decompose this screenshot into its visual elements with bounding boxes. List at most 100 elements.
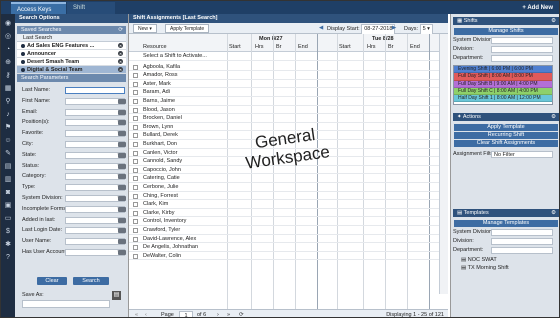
row-checkbox[interactable] [133,133,138,139]
division-select[interactable] [491,46,553,53]
save-icon[interactable]: ▤ [112,291,121,300]
saved-search-item[interactable]: Ad Sales ENG Features ... × [17,42,126,50]
assignment-filter-select[interactable]: No Filter [491,151,553,158]
clear-icon[interactable] [118,109,126,115]
saved-search-item[interactable]: Announcer × [17,50,126,58]
clear-icon[interactable] [118,120,126,126]
row-checkbox[interactable] [133,116,138,122]
table-row[interactable]: Baram, Adi [129,88,439,97]
added-in-last-select[interactable] [65,216,125,224]
chart-icon[interactable]: ▤ [4,163,12,170]
add-new-button[interactable]: + Add New [522,2,553,14]
remove-icon[interactable]: × [118,59,123,64]
first-page-icon[interactable]: « [135,310,138,317]
placeholder-row[interactable]: Select a Shift to Activate... [129,52,439,61]
row-checkbox[interactable] [133,64,138,70]
row-checkbox[interactable] [133,124,138,130]
last-page-icon[interactable]: » [227,310,230,317]
favorite-select[interactable] [65,130,125,138]
next-icon[interactable]: ▶ [392,24,396,33]
next-page-icon[interactable]: › [217,310,219,317]
refresh-icon[interactable]: ⟳ [239,310,244,317]
department-select[interactable] [491,55,553,62]
money-icon[interactable]: $ [4,228,12,235]
remove-icon[interactable]: × [118,51,123,56]
gauge-icon[interactable]: ◔ [4,46,12,53]
page-input[interactable]: 1 [179,311,193,317]
manage-templates-button[interactable]: Manage Templates [454,220,558,227]
email-input[interactable] [65,108,125,116]
cog-icon[interactable]: ✱ [4,241,12,248]
system-division-select[interactable] [491,229,553,236]
system-division-select[interactable] [491,37,553,44]
system-division-select[interactable] [65,194,125,202]
shifts-header[interactable]: ▦ Shifts ⚙ [453,17,559,25]
row-checkbox[interactable] [133,73,138,79]
table-row[interactable]: Aster, Mark [129,80,439,89]
clear-icon[interactable] [118,185,126,191]
category-select[interactable] [65,173,125,181]
clear-icon[interactable] [118,141,126,147]
apply-template-action-button[interactable]: Apply Template [454,124,558,131]
clear-icon[interactable] [118,152,126,158]
table-row[interactable]: David-Lawrence, Alex [129,235,439,244]
tab-shift-assignment[interactable]: Shift Assignment [67,2,115,23]
user-name-input[interactable] [65,238,125,246]
shift-item[interactable]: Full Day Shift C | 8:00 AM | 4:00 PM [454,87,552,96]
clear-icon[interactable] [118,174,126,180]
gear-icon[interactable]: ⚙ [551,113,556,121]
row-checkbox[interactable] [133,81,138,87]
row-checkbox[interactable] [133,90,138,96]
shift-item[interactable]: Full Day Shift B | 9:00 AM | 4:00 PM [454,80,552,88]
row-checkbox[interactable] [133,150,138,156]
row-checkbox[interactable] [133,202,138,208]
row-checkbox[interactable] [133,159,138,165]
row-checkbox[interactable] [133,253,138,259]
status-select[interactable] [65,162,125,170]
user-icon[interactable]: ☺ [4,137,12,144]
wrench-icon[interactable]: ✎ [4,150,12,157]
bell-icon[interactable]: ♪ [4,111,12,118]
table-row[interactable]: Ching, Forrest [129,192,439,201]
flag-icon[interactable]: ⚑ [4,124,12,131]
saved-search-item-selected[interactable]: Digital & Social Team × [17,66,126,74]
clear-button[interactable]: Clear [37,277,67,285]
camera-icon[interactable]: ◙ [4,189,12,196]
template-item[interactable]: ▤ TX Morning Shift [461,264,553,272]
clear-icon[interactable] [118,98,126,104]
search-parameters-header[interactable]: Search Parameters [17,74,126,82]
clear-icon[interactable] [118,195,126,201]
clear-icon[interactable] [118,163,126,169]
building-icon[interactable]: ▥ [4,176,12,183]
new-button[interactable]: New ▾ [133,24,157,33]
key-icon[interactable]: ⚷ [4,72,12,79]
box-icon[interactable]: ▣ [4,202,12,209]
template-item[interactable]: ▤ NOC SWAT [461,256,553,264]
type-select[interactable] [65,184,125,192]
clear-shift-assignments-button[interactable]: Clear Shift Assignments [454,140,558,147]
last-name-input[interactable] [65,87,125,94]
table-row[interactable]: Cerbone, Julie [129,183,439,192]
manage-shifts-button[interactable]: Manage Shifts [454,28,558,35]
resource-header[interactable]: Resource [143,43,167,52]
table-row[interactable]: DeWalter, Colin [129,252,439,261]
table-row[interactable]: Barns, Jaime [129,97,439,106]
save-as-input[interactable] [22,300,110,308]
shift-item[interactable]: Half Day Shift 1 | 8:00 AM | 12:00 PM [454,95,552,103]
prev-icon[interactable]: ◀ [319,24,323,33]
templates-header[interactable]: ▤ Templates ⚙ [453,209,559,217]
last-search-item[interactable]: Last Search [17,34,126,42]
refresh-icon[interactable]: ⟳ [118,26,123,34]
remove-icon[interactable]: × [118,67,123,72]
row-checkbox[interactable] [133,193,138,199]
table-row[interactable]: Amador, Ross [129,71,439,80]
help-icon[interactable]: ? [4,254,12,261]
table-row[interactable]: Clarke, Kirby [129,209,439,218]
clear-icon[interactable] [118,131,126,137]
positions-select[interactable] [65,119,125,127]
last-login-select[interactable] [65,227,125,235]
eye-icon[interactable]: ◉ [4,20,12,27]
recurring-shift-button[interactable]: Recurring Shift [454,132,558,139]
row-checkbox[interactable] [133,228,138,233]
state-select[interactable] [65,151,125,159]
